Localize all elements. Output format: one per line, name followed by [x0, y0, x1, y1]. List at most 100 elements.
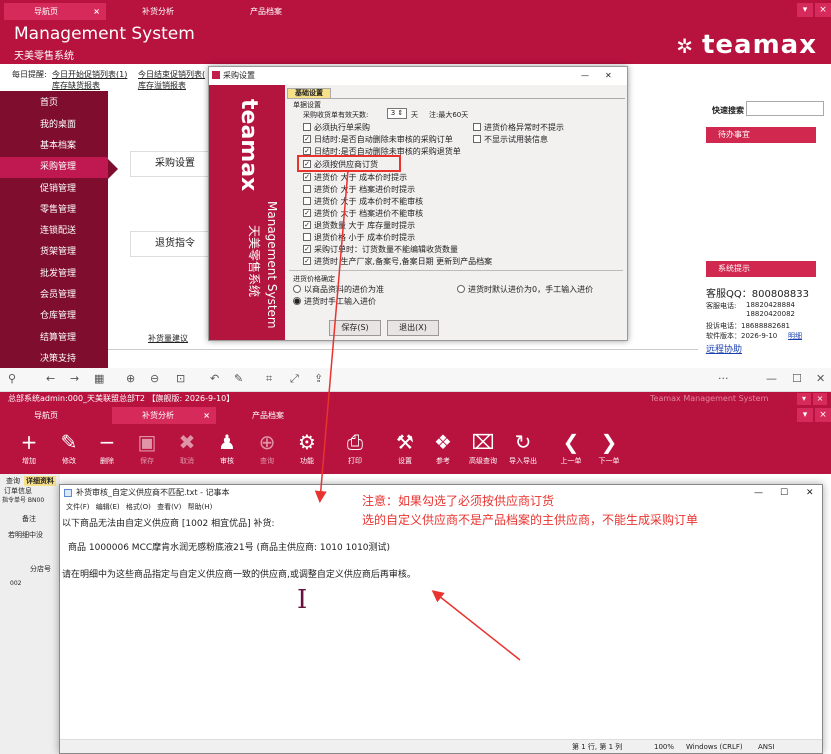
radio[interactable]: [293, 284, 301, 293]
close-icon[interactable]: ×: [815, 408, 831, 422]
menu-file[interactable]: 文件(F): [66, 503, 90, 511]
minimize-icon[interactable]: ▾: [797, 3, 813, 17]
tab-product[interactable]: 产品档案: [220, 3, 320, 20]
replenish-suggest-link[interactable]: 补货量建议: [148, 333, 188, 344]
checkbox[interactable]: [303, 184, 311, 193]
checkbox[interactable]: [303, 232, 311, 241]
purchase-settings-button[interactable]: 采购设置: [130, 151, 220, 177]
tab-detail[interactable]: 详细资料: [24, 476, 56, 486]
radio-zero-price[interactable]: 进货时默认进价为0，手工输入进价: [457, 284, 593, 295]
todo-button[interactable]: 待办事宜: [706, 127, 816, 143]
checkbox[interactable]: ✓: [303, 146, 311, 155]
opt-return-price[interactable]: 退货价格 小于 成本价时提示: [303, 232, 415, 243]
tab-nav[interactable]: 导航页 ×: [4, 3, 106, 20]
back-icon[interactable]: ←: [46, 372, 55, 385]
sidebar-item-member[interactable]: 会员管理: [0, 285, 108, 306]
crop-icon[interactable]: ⌗: [266, 372, 272, 386]
menu-view[interactable]: 查看(V): [157, 503, 181, 511]
sidebar-item-decision[interactable]: 决策支持: [0, 349, 108, 370]
menu-help[interactable]: 帮助(H): [188, 503, 213, 511]
print-button[interactable]: ⎙ 打印: [340, 428, 370, 466]
save-button[interactable]: 保存(S): [329, 320, 381, 336]
opt-order-by-supplier[interactable]: ✓ 必须按供应商订货: [303, 159, 378, 170]
opt-single-purchase[interactable]: 必须执行单采购: [303, 122, 370, 133]
minimize-icon[interactable]: ▾: [797, 408, 813, 422]
opt-price-gt-cost-block[interactable]: 进货价 大于 成本价时不能审核: [303, 196, 423, 207]
close-icon[interactable]: ×: [93, 3, 100, 20]
prev-order-button[interactable]: ❮ 上一单: [556, 428, 586, 466]
sidebar-item-wholesale[interactable]: 批发管理: [0, 264, 108, 285]
cancel-button[interactable]: ✖ 取消: [172, 428, 202, 466]
sidebar-item-promo[interactable]: 促销管理: [0, 179, 108, 200]
tab-query[interactable]: 查询: [6, 476, 20, 486]
reference-button[interactable]: ❖ 参考: [428, 428, 458, 466]
share-icon[interactable]: ⇪: [314, 372, 323, 385]
tab-product[interactable]: 产品档案: [222, 407, 322, 424]
reminder-link[interactable]: 库存缺货报表: [52, 80, 100, 91]
tab-replenish[interactable]: 补货分析 ×: [112, 407, 216, 424]
text-line-2[interactable]: 商品 1000006 MCC摩肯水润无感粉底液21号 (商品主供应商: 1010…: [68, 540, 390, 553]
opt-price-gt-cost[interactable]: ✓ 进货价 大于 成本价时提示: [303, 172, 407, 183]
radio-manual-price[interactable]: ● 进货时手工输入进价: [293, 296, 376, 307]
search-button[interactable]: ⊕ 查询: [252, 428, 282, 466]
checkbox[interactable]: ✓: [303, 256, 311, 265]
minimize-icon[interactable]: —: [754, 485, 763, 501]
checkbox[interactable]: [473, 122, 481, 131]
system-notice-button[interactable]: 系统提示: [706, 261, 816, 277]
quick-search-input[interactable]: [746, 101, 824, 116]
edit-icon[interactable]: ✎: [234, 372, 243, 385]
minimize-icon[interactable]: —: [581, 67, 589, 85]
sidebar-icon[interactable]: ⚲: [8, 372, 16, 385]
radio[interactable]: ●: [293, 296, 301, 305]
checkbox[interactable]: [473, 134, 481, 143]
opt-order-qty-lock[interactable]: ✓ 采购订单时：订货数量不能编辑收货数量: [303, 244, 458, 255]
settings-button[interactable]: ⚒ 设置: [390, 428, 420, 466]
sidebar-item-shelf[interactable]: 货架管理: [0, 242, 108, 263]
delete-button[interactable]: − 删除: [92, 428, 122, 466]
checkbox[interactable]: [303, 196, 311, 205]
zoom-in-icon[interactable]: ⊕: [126, 372, 135, 385]
menu-edit[interactable]: 编辑(E): [96, 503, 120, 511]
checkbox[interactable]: ✓: [303, 220, 311, 229]
sidebar-item-home[interactable]: 首页: [0, 93, 108, 114]
close-icon[interactable]: ✕: [806, 485, 814, 501]
return-order-button[interactable]: 退货指令: [130, 231, 220, 257]
close-icon[interactable]: ✕: [816, 372, 825, 385]
opt-price-gt-archive[interactable]: 进货价 大于 档案进价时提示: [303, 184, 415, 195]
reminder-link[interactable]: 今日结束促销列表(: [138, 69, 205, 80]
opt-hide-trial[interactable]: 不显示试用装信息: [473, 134, 548, 145]
rotate-icon[interactable]: ↶: [210, 372, 219, 385]
more-icon[interactable]: ···: [718, 372, 729, 385]
sidebar-item-archive[interactable]: 基本档案: [0, 136, 108, 157]
opt-return-qty[interactable]: ✓ 退货数量 大于 库存量时提示: [303, 220, 415, 231]
sidebar-item-distribution[interactable]: 连锁配送: [0, 221, 108, 242]
tab-replenish[interactable]: 补货分析: [112, 3, 212, 20]
radio[interactable]: [457, 284, 465, 293]
sidebar-item-purchase[interactable]: 采购管理: [0, 157, 108, 178]
grid-icon[interactable]: ▦: [94, 372, 104, 385]
remote-assist-link[interactable]: 远程协助: [706, 342, 742, 355]
minimize-icon[interactable]: —: [766, 372, 777, 385]
text-line-1[interactable]: 以下商品无法由自定义供应商 [1002 相宜优品] 补货:: [62, 516, 275, 529]
advanced-search-button[interactable]: ⌧ 高级查询: [466, 428, 500, 466]
audit-button[interactable]: ♟ 审核: [212, 428, 242, 466]
menu-format[interactable]: 格式(O): [126, 503, 151, 511]
sidebar-item-retail[interactable]: 零售管理: [0, 200, 108, 221]
reminder-link[interactable]: 库存溢销报表: [138, 80, 186, 91]
minimize-icon[interactable]: ▾: [797, 393, 811, 405]
zoom-out-icon[interactable]: ⊖: [150, 372, 159, 385]
close-icon[interactable]: ×: [815, 3, 831, 17]
expand-icon[interactable]: ⤢: [290, 372, 299, 386]
exit-button[interactable]: 退出(X): [387, 320, 439, 336]
close-icon[interactable]: ×: [203, 407, 210, 424]
checkbox[interactable]: ✓: [303, 159, 311, 168]
checkbox[interactable]: ✓: [303, 244, 311, 253]
fit-icon[interactable]: ⊡: [176, 372, 185, 385]
checkbox[interactable]: [303, 122, 311, 131]
checkbox[interactable]: ✓: [303, 134, 311, 143]
opt-price-abnormal[interactable]: 进货价格异常时不提示: [473, 122, 564, 133]
table-row[interactable]: 002: [10, 580, 21, 587]
valid-days-stepper[interactable]: 3 ⇕: [387, 108, 407, 119]
sidebar-item-desktop[interactable]: 我的桌面: [0, 115, 108, 136]
tab-nav[interactable]: 导航页: [4, 407, 106, 424]
